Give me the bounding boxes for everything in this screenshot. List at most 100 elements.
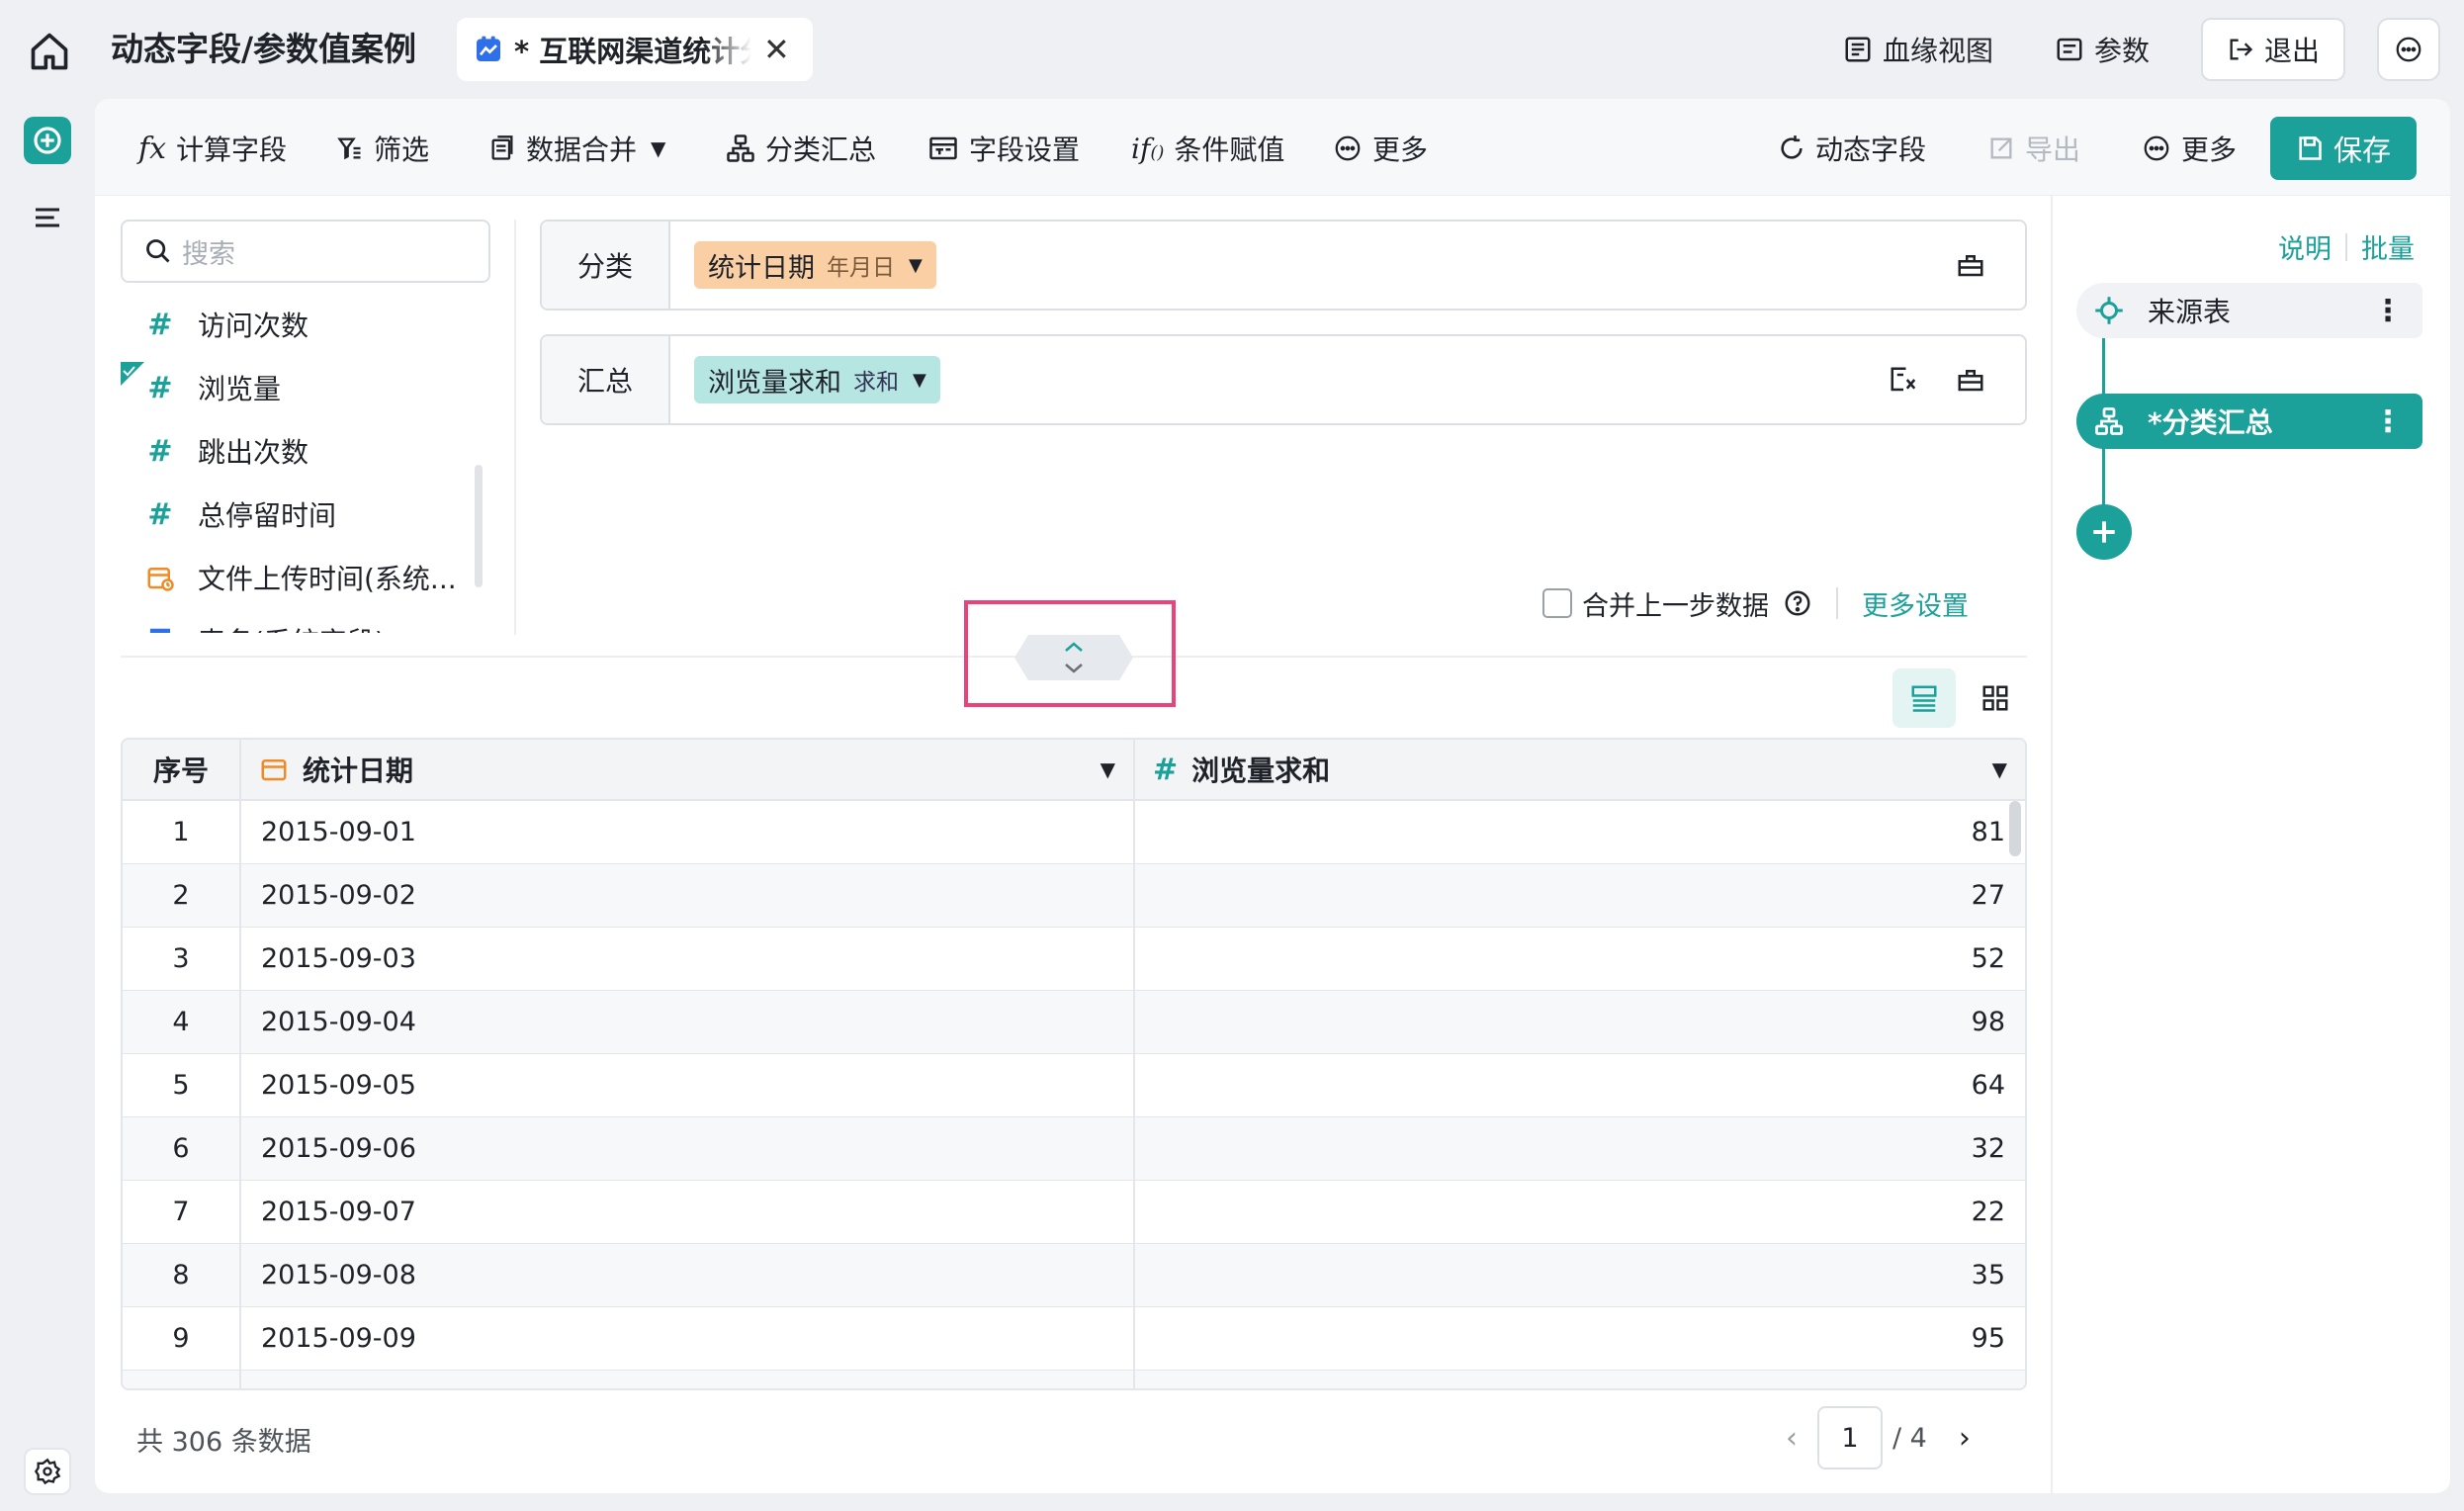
cell-date: 2015-09-01 xyxy=(241,801,1135,863)
field-label: 访问次数 xyxy=(198,310,309,342)
cell-value: 98 xyxy=(1971,1007,2005,1037)
params-button[interactable]: 参数 xyxy=(2055,26,2150,73)
save-icon xyxy=(2299,136,2322,160)
merge-options: 合并上一步数据 更多设置 xyxy=(1542,583,1969,623)
list-view-button[interactable] xyxy=(1892,668,1956,728)
field-item[interactable]: T 表名(系统字段) xyxy=(121,609,496,634)
number-field-icon: # xyxy=(147,433,173,469)
flow-node-group-summary[interactable]: *分类汇总 ⋮ xyxy=(2076,394,2422,449)
cell-index: 7 xyxy=(123,1181,241,1243)
list-icon xyxy=(36,208,59,227)
exit-button[interactable]: 退出 xyxy=(2201,18,2345,81)
more-settings-link[interactable]: 更多设置 xyxy=(1862,584,1969,623)
header-value[interactable]: # 浏览量求和 ▼ xyxy=(1135,740,2025,799)
table-scrollbar[interactable] xyxy=(2009,801,2021,856)
dynamic-field-button[interactable]: 动态字段 xyxy=(1778,125,1926,172)
page-input[interactable]: 1 xyxy=(1817,1406,1883,1469)
more-tools-button[interactable]: 更多 xyxy=(1333,125,1428,172)
table-row: 9 2015-09-09 95 xyxy=(123,1307,2025,1371)
group-summary-button[interactable]: 分类汇总 xyxy=(726,125,876,172)
checked-corner-icon xyxy=(121,362,144,386)
cell-index: 2 xyxy=(123,864,241,927)
field-list-scrollbar[interactable] xyxy=(475,465,483,587)
date-field-icon xyxy=(261,759,287,781)
cell-date: 2015-09-09 xyxy=(241,1307,1135,1370)
tab-close-icon[interactable]: ✕ xyxy=(763,31,790,68)
next-page-icon[interactable]: › xyxy=(1959,1421,1971,1456)
grid-view-button[interactable] xyxy=(1964,668,2027,728)
search-input[interactable]: 搜索 xyxy=(121,220,490,283)
flow-node-source[interactable]: 来源表 ⋮ xyxy=(2076,283,2422,338)
header-date[interactable]: 统计日期 ▼ xyxy=(241,740,1135,799)
batch-link[interactable]: 批量 xyxy=(2361,227,2415,266)
field-settings-button[interactable]: 字段设置 xyxy=(927,125,1080,172)
more-dots-icon xyxy=(1335,135,1361,161)
summary-label: 汇总 xyxy=(542,336,670,423)
table-row: 7 2015-09-07 22 xyxy=(123,1181,2025,1244)
field-item[interactable]: # 浏览量 xyxy=(121,356,496,419)
filter-icon xyxy=(337,137,361,160)
conditional-assign-button[interactable]: if() 条件赋值 xyxy=(1131,125,1284,172)
more-right-button[interactable]: 更多 xyxy=(2142,125,2237,172)
calc-field-button[interactable]: fx 计算字段 xyxy=(138,125,287,172)
pagination: ‹ 1 / 4 › xyxy=(1786,1406,1971,1469)
table-row xyxy=(123,1371,2025,1388)
filter-button[interactable]: 筛选 xyxy=(336,125,429,172)
save-button[interactable]: 保存 xyxy=(2270,117,2417,180)
clear-field-icon[interactable] xyxy=(1956,250,1985,280)
column-menu-icon[interactable]: ▼ xyxy=(1100,757,1115,781)
explain-link[interactable]: 说明 xyxy=(2278,227,2332,266)
summary-field-chip[interactable]: 浏览量求和 求和 ▼ xyxy=(694,356,940,403)
home-icon[interactable] xyxy=(28,30,71,73)
field-item[interactable]: # 访问次数 xyxy=(121,293,496,356)
remove-field-icon[interactable] xyxy=(1889,365,1918,395)
refresh-icon xyxy=(1781,135,1803,159)
group-field-chip[interactable]: 统计日期 年月日 ▼ xyxy=(694,241,936,289)
group-config: 分类 统计日期 年月日 ▼ xyxy=(540,220,2027,311)
if-icon: if() xyxy=(1131,132,1165,165)
number-field-icon: # xyxy=(147,370,173,405)
node-label: 来源表 xyxy=(2148,296,2232,328)
add-step-button[interactable] xyxy=(2076,504,2132,560)
lineage-view-button[interactable]: 血缘视图 xyxy=(1843,26,1993,73)
save-label: 保存 xyxy=(2332,133,2391,167)
cell-date: 2015-09-02 xyxy=(241,864,1135,927)
export-button[interactable]: 导出 xyxy=(1987,125,2080,172)
merge-prev-checkbox[interactable] xyxy=(1542,588,1572,618)
cell-value: 95 xyxy=(1971,1323,2005,1354)
text-field-icon: T xyxy=(144,624,176,634)
tab-active[interactable]: * 互联网渠道统计分 ✕ xyxy=(457,18,813,81)
prev-page-icon[interactable]: ‹ xyxy=(1786,1421,1798,1456)
record-count: 共 306 条数据 xyxy=(136,1427,311,1458)
cell-index: 6 xyxy=(123,1117,241,1180)
exit-icon xyxy=(2230,39,2253,60)
cell-index: 5 xyxy=(123,1054,241,1116)
add-node-rail-button[interactable] xyxy=(24,117,71,164)
lineage-label: 血缘视图 xyxy=(1883,35,1994,67)
field-item[interactable]: 文件上传时间(系统... xyxy=(121,546,496,609)
params-icon xyxy=(2057,38,2082,61)
table-row: 2 2015-09-02 27 xyxy=(123,864,2025,928)
outline-toggle-button[interactable] xyxy=(28,198,67,237)
more-menu-button[interactable] xyxy=(2377,18,2440,81)
panel-divider xyxy=(514,220,516,635)
field-settings-icon xyxy=(929,136,957,160)
kebab-menu-icon[interactable]: ⋮ xyxy=(2373,404,2403,439)
cell-date xyxy=(241,1371,1135,1388)
chevron-down-icon: ▼ xyxy=(651,136,666,160)
cell-date: 2015-09-03 xyxy=(241,928,1135,990)
plus-icon xyxy=(34,127,61,154)
clear-field-icon[interactable] xyxy=(1956,365,1985,395)
cell-date: 2015-09-05 xyxy=(241,1054,1135,1116)
column-menu-icon[interactable]: ▼ xyxy=(1992,757,2007,781)
more-tools-label: 更多 xyxy=(1372,133,1429,166)
field-item[interactable]: # 总停留时间 xyxy=(121,483,496,546)
divider xyxy=(1836,587,1838,619)
field-item[interactable]: # 跳出次数 xyxy=(121,419,496,483)
search-placeholder: 搜索 xyxy=(182,238,235,270)
merge-prev-label: 合并上一步数据 xyxy=(1582,590,1769,622)
kebab-menu-icon[interactable]: ⋮ xyxy=(2373,294,2403,328)
settings-button[interactable] xyxy=(24,1448,71,1495)
help-icon[interactable] xyxy=(1783,588,1812,618)
merge-button[interactable]: 数据合并 ▼ xyxy=(488,125,665,172)
